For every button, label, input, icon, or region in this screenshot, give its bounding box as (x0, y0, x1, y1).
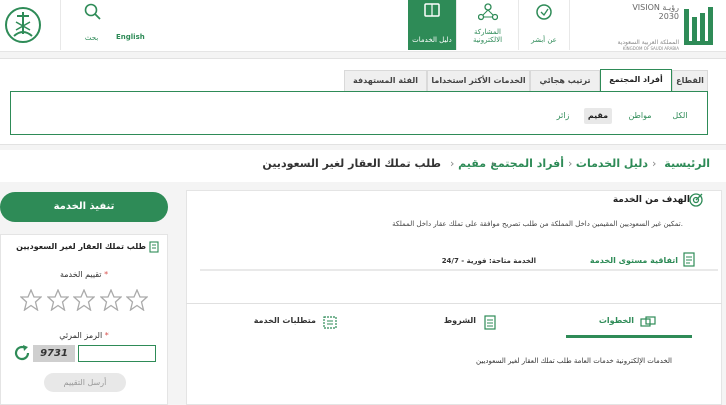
star-rating[interactable] (20, 289, 148, 313)
execute-service-button[interactable]: تنفيذ الخدمة (0, 192, 168, 222)
target-icon (689, 193, 703, 207)
option-all[interactable]: الكل (668, 108, 692, 124)
service-title: طلب تملك العقار لغير السعوديين (16, 242, 146, 251)
search-icon (84, 3, 101, 20)
star-icon[interactable] (46, 289, 69, 311)
absher-logo[interactable] (682, 3, 720, 47)
breadcrumb-separator: › (652, 157, 657, 170)
option-visitor[interactable]: زائر (552, 108, 574, 124)
breadcrumb-home[interactable]: الرئيسية (664, 157, 710, 170)
header: بحث English دليل الخدمات المشاركة الالكت… (0, 0, 726, 52)
tab-most-used[interactable]: الخدمات الأكثر استخداما (427, 70, 530, 91)
goal-text: تمكين غير السعوديين المقيمين داخل المملك… (392, 220, 683, 228)
breadcrumb-services[interactable]: دليل الخدمات (576, 157, 648, 170)
send-rating-button[interactable]: أرسل التقييم (44, 373, 126, 392)
captcha-image: 9731 (33, 345, 75, 362)
document-icon (149, 241, 159, 253)
divider (200, 269, 718, 271)
breadcrumb-separator: › (450, 157, 455, 170)
services-guide-label: دليل الخدمات (412, 36, 452, 44)
breadcrumb-separator: › (568, 157, 573, 170)
conditions-icon (484, 315, 496, 330)
vision-logo-sub: المملكة العربية السعودية (617, 39, 679, 46)
star-icon[interactable] (99, 289, 122, 311)
e-participation-nav[interactable]: المشاركة الالكترونية (456, 0, 518, 50)
tab-steps[interactable]: الخطوات (599, 316, 634, 325)
breadcrumb-community[interactable]: أفراد المجتمع (490, 157, 564, 170)
tab-requirements[interactable]: متطلبات الخدمة (254, 316, 316, 325)
required-mark: * (104, 331, 109, 340)
services-guide-nav[interactable]: دليل الخدمات (408, 0, 456, 50)
about-absher-label: عن أبشر (531, 36, 557, 44)
language-link[interactable]: English (116, 33, 145, 41)
document-sla-icon (683, 252, 695, 267)
people-network-icon (477, 3, 498, 21)
required-mark: * (104, 270, 109, 279)
active-tab-indicator (566, 335, 692, 338)
goal-title: الهدف من الخدمة (612, 195, 690, 205)
refresh-icon[interactable] (13, 344, 31, 362)
captcha-input[interactable] (78, 345, 156, 362)
tab-conditions[interactable]: الشروط (444, 316, 476, 325)
tab-sector[interactable]: القطاع (672, 70, 708, 91)
vision-logo-sub-en: KINGDOM OF SAUDI ARABIA (622, 46, 679, 51)
book-icon (424, 3, 440, 17)
breadcrumb-current: طلب تملك العقار لغير السعوديين (262, 157, 441, 170)
service-availability: الخدمة متاحة: فورية - 24/7 (441, 257, 536, 265)
breadcrumb-resident[interactable]: مقيم (458, 157, 486, 170)
vision-2030-logo[interactable]: VISION رؤيـة 2030 المملكة العربية السعود… (611, 3, 679, 51)
steps-icon (640, 316, 656, 327)
star-icon[interactable] (126, 289, 148, 311)
search-nav[interactable]: بحث (60, 0, 122, 50)
tab-community[interactable]: أفراد المجتمع (600, 69, 672, 92)
rating-label: تقييم الخدمة * (0, 270, 168, 279)
vision-logo-text: VISION رؤيـة 2030 (632, 3, 679, 21)
sla-link[interactable]: اتفاقية مستوى الخدمة (590, 256, 678, 265)
option-resident[interactable]: مقيم (584, 108, 612, 124)
e-participation-label: المشاركة الالكترونية (472, 28, 503, 44)
star-icon[interactable] (20, 289, 42, 311)
search-label: بحث (84, 34, 99, 42)
captcha-label: الرمز المرئي * (0, 331, 168, 340)
saudi-emblem-icon[interactable] (4, 6, 42, 44)
about-absher-nav[interactable]: عن أبشر (518, 0, 570, 50)
breadcrumb-separator: › (491, 157, 496, 170)
absher-bubble-icon (536, 4, 552, 20)
option-citizen[interactable]: مواطن (625, 108, 655, 124)
requirements-icon (323, 316, 337, 329)
tab-alphabetical[interactable]: ترتيب هجائي (530, 70, 600, 91)
rating-label-text: تقييم الخدمة (59, 270, 102, 279)
divider (186, 303, 722, 304)
steps-description: الخدمات الإلكترونية خدمات العامة طلب تمل… (476, 357, 672, 365)
tab-target-group[interactable]: الفئة المستهدفة (344, 70, 427, 91)
captcha-label-text: الرمز المرئي (59, 331, 103, 340)
star-icon[interactable] (73, 289, 95, 311)
